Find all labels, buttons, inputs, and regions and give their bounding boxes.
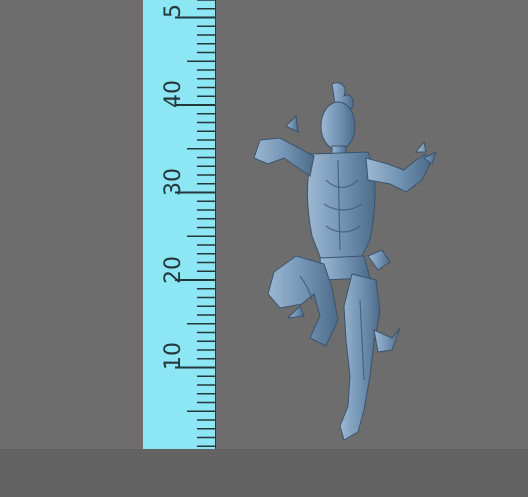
scene: 10 20 30 40 5: [0, 0, 528, 497]
ruler-label-50: 5: [161, 4, 186, 18]
figure-arm-left: [253, 137, 315, 177]
ruler-label-10: 10: [161, 342, 186, 370]
ruler-label-30: 30: [161, 168, 186, 196]
floor-surface: [0, 449, 528, 497]
figure-head: [320, 101, 356, 151]
miniature-figure: [253, 82, 437, 441]
ruler-label-20: 20: [161, 256, 186, 284]
figure-arm-right: [365, 153, 431, 193]
figure-leg-standing: [339, 273, 381, 441]
figure-torso: [307, 151, 376, 263]
ruler-scale: 10 20 30 40 5: [161, 0, 215, 447]
measuring-ruler: 10 20 30 40 5: [143, 0, 216, 449]
ruler-label-40: 40: [161, 80, 186, 108]
